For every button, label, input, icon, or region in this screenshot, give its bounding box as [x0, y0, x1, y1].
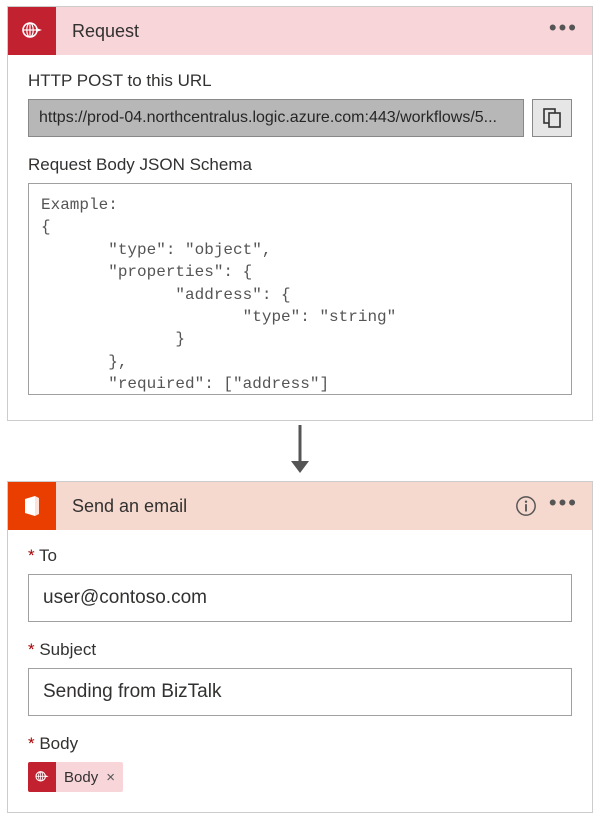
request-header[interactable]: Request •••: [8, 7, 592, 55]
request-title: Request: [56, 21, 549, 42]
body-token-label: Body: [56, 769, 104, 786]
request-url-value[interactable]: https://prod-04.northcentralus.logic.azu…: [28, 99, 524, 137]
body-token[interactable]: Body ×: [28, 762, 123, 792]
flow-arrow: [285, 425, 315, 475]
request-schema-textarea[interactable]: [28, 183, 572, 395]
email-to-input[interactable]: [28, 574, 572, 622]
request-schema-label: Request Body JSON Schema: [28, 155, 572, 175]
email-header[interactable]: Send an email •••: [8, 482, 592, 530]
email-body-panel: To Subject Body Body: [8, 530, 592, 812]
email-more-menu[interactable]: •••: [549, 492, 578, 520]
send-email-card: Send an email ••• To Subject Body: [7, 481, 593, 813]
email-to-label: To: [28, 546, 572, 566]
request-url-label: HTTP POST to this URL: [28, 71, 572, 91]
email-subject-label: Subject: [28, 640, 572, 660]
email-subject-input[interactable]: [28, 668, 572, 716]
email-title: Send an email: [56, 496, 515, 517]
request-connector-icon: [28, 762, 56, 792]
copy-icon: [542, 107, 562, 129]
request-card: Request ••• HTTP POST to this URL https:…: [7, 6, 593, 421]
office-connector-icon: [8, 482, 56, 530]
remove-token-button[interactable]: ×: [104, 769, 123, 786]
email-body-label: Body: [28, 734, 572, 754]
copy-url-button[interactable]: [532, 99, 572, 137]
request-more-menu[interactable]: •••: [549, 17, 578, 45]
email-body-tokens[interactable]: Body ×: [28, 762, 572, 792]
request-body: HTTP POST to this URL https://prod-04.no…: [8, 55, 592, 420]
request-connector-icon: [8, 7, 56, 55]
info-icon[interactable]: [515, 495, 537, 517]
